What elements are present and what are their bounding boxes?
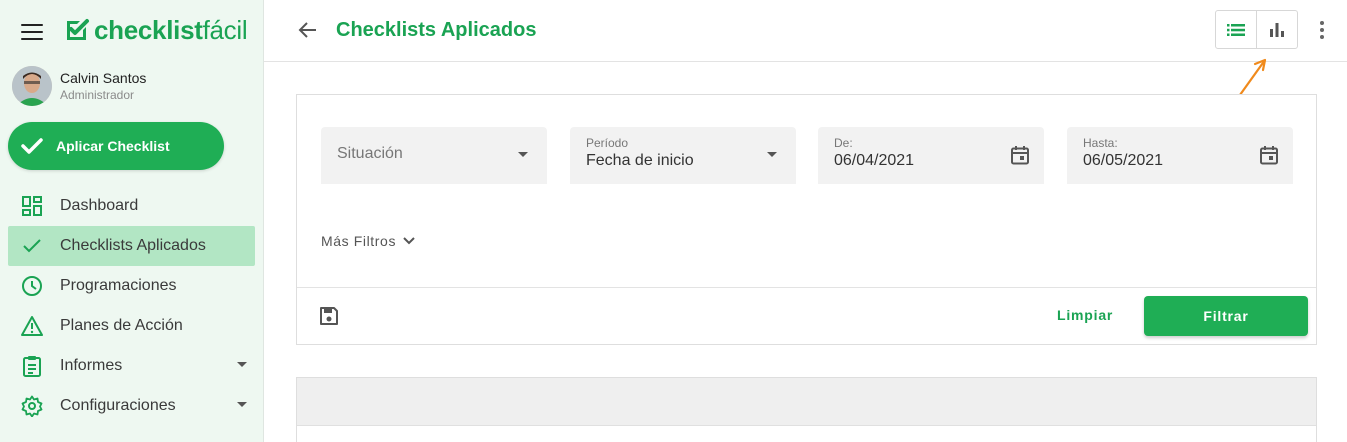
situation-select[interactable]: Situación	[321, 127, 547, 184]
chevron-down-icon[interactable]	[237, 402, 247, 407]
sidebar-nav: Dashboard Checklists Aplicados Programac…	[8, 186, 255, 426]
results-card	[296, 377, 1317, 442]
user-name: Calvin Santos	[60, 69, 147, 86]
start-date-value: 06/04/2021	[834, 152, 915, 169]
dashboard-icon	[20, 194, 44, 218]
sidebar-item-label: Planes de Acción	[60, 317, 183, 334]
sidebar-item-dashboard[interactable]: Dashboard	[8, 186, 255, 226]
sidebar-item-planes-de-accion[interactable]: Planes de Acción	[8, 306, 255, 346]
gear-icon	[20, 394, 44, 418]
sidebar-item-label: Dashboard	[60, 197, 139, 214]
sidebar-item-configuraciones[interactable]: Configuraciones	[8, 386, 255, 426]
user-profile[interactable]: Calvin Santos Administrador	[12, 66, 146, 106]
sidebar-item-checklists-aplicados[interactable]: Checklists Aplicados	[8, 226, 255, 266]
list-icon	[1227, 23, 1245, 36]
calendar-icon[interactable]	[1010, 145, 1030, 165]
more-filters-toggle[interactable]: Más Filtros	[321, 233, 416, 249]
chevron-down-icon	[403, 237, 415, 245]
results-card-header	[297, 378, 1316, 426]
period-value: Fecha de inicio	[586, 152, 694, 169]
logo-text: checklistfácil	[94, 14, 248, 46]
situation-placeholder: Situación	[337, 145, 403, 162]
apply-checklist-button[interactable]: Aplicar Checklist	[8, 122, 224, 170]
top-bar: Checklists Aplicados	[264, 0, 1347, 62]
check-icon	[20, 234, 44, 258]
menu-icon[interactable]	[21, 24, 43, 40]
more-filters-label: Más Filtros	[321, 233, 397, 249]
chevron-down-icon	[767, 152, 777, 157]
view-toggle	[1215, 10, 1298, 49]
user-role: Administrador	[60, 87, 135, 102]
avatar-photo	[12, 66, 52, 106]
report-icon	[20, 354, 44, 378]
chevron-down-icon[interactable]	[237, 362, 247, 367]
start-date-label: De:	[834, 136, 853, 150]
sidebar-item-label: Checklists Aplicados	[60, 237, 206, 254]
clock-icon	[20, 274, 44, 298]
sidebar-item-label: Informes	[60, 357, 123, 374]
logo-text-light: fácil	[202, 14, 248, 45]
more-options-icon[interactable]	[1314, 18, 1330, 42]
brand-logo[interactable]: checklistfácil	[64, 14, 248, 46]
period-select[interactable]: Período Fecha de inicio	[570, 127, 796, 184]
list-view-button[interactable]	[1216, 11, 1256, 48]
app-root: checklistfácil Calvin Santos Administrad…	[0, 0, 1347, 442]
chart-view-button[interactable]	[1256, 11, 1297, 48]
bar-chart-icon	[1270, 22, 1284, 37]
save-icon[interactable]	[319, 306, 339, 326]
apply-checklist-label: Aplicar Checklist	[56, 138, 170, 154]
sidebar-item-label: Programaciones	[60, 277, 177, 294]
filter-button[interactable]: Filtrar	[1144, 296, 1308, 336]
end-date-value: 06/05/2021	[1083, 152, 1164, 169]
end-date-field[interactable]: Hasta: 06/05/2021	[1067, 127, 1293, 184]
logo-check-icon	[67, 19, 89, 40]
sidebar-item-informes[interactable]: Informes	[8, 346, 255, 386]
chevron-down-icon	[518, 152, 528, 157]
divider	[297, 287, 1316, 288]
filter-card: Situación Período Fecha de inicio De: 06…	[296, 94, 1317, 345]
sidebar-item-programaciones[interactable]: Programaciones	[8, 266, 255, 306]
sidebar-item-label: Configuraciones	[60, 397, 176, 414]
period-label: Período	[586, 136, 629, 150]
check-icon	[21, 138, 43, 154]
end-date-label: Hasta:	[1083, 136, 1118, 150]
page-title: Checklists Aplicados	[336, 19, 537, 41]
avatar	[12, 66, 52, 106]
logo-text-bold: checklist	[94, 14, 203, 45]
start-date-field[interactable]: De: 06/04/2021	[818, 127, 1044, 184]
clear-button[interactable]: Limpiar	[1057, 307, 1113, 323]
calendar-icon[interactable]	[1259, 145, 1279, 165]
sidebar: checklistfácil Calvin Santos Administrad…	[0, 0, 264, 442]
back-arrow-icon[interactable]	[298, 20, 318, 40]
warning-icon	[20, 314, 44, 338]
